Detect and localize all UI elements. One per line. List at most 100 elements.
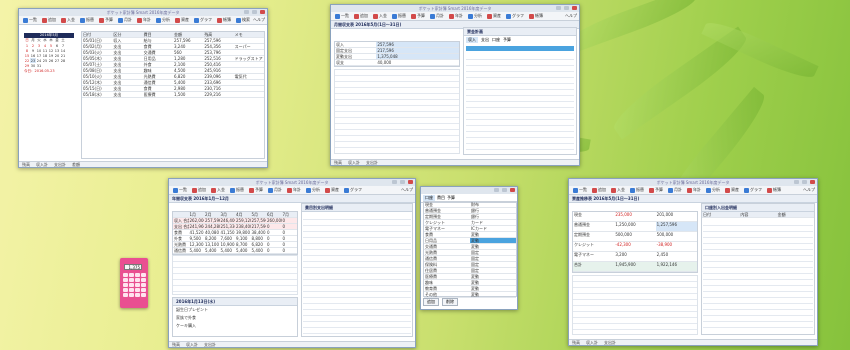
calendar-day[interactable]: 17 [36, 53, 42, 58]
column-header[interactable]: 金額 [777, 212, 814, 217]
toolbar-income-button[interactable]: 入金 [209, 187, 227, 194]
toolbar-list-button[interactable]: 一覧 [171, 187, 189, 194]
tab-account[interactable]: 口座 [492, 37, 500, 43]
toolbar-add-button[interactable]: 追加 [190, 187, 208, 194]
tab-expense[interactable]: 支出 [481, 37, 489, 43]
calendar-day[interactable]: 28 [60, 58, 66, 63]
calculator-key[interactable] [135, 278, 140, 282]
calendar-day[interactable]: 15 [24, 53, 30, 58]
toolbar-year-button[interactable]: 年計 [447, 13, 465, 20]
column-header[interactable]: 残高 [203, 32, 233, 37]
calendar-day[interactable]: 27 [54, 58, 60, 63]
calendar-day[interactable]: 10 [36, 48, 42, 53]
calendar-day[interactable]: 20 [54, 53, 60, 58]
toolbar-ledger-button[interactable]: 帳簿 [765, 187, 783, 194]
toolbar-month-button[interactable]: 月計 [666, 187, 684, 194]
toolbar-graph-button[interactable]: グラフ [342, 187, 364, 194]
add-button[interactable]: 追加 [423, 298, 439, 306]
calculator-key[interactable] [129, 288, 134, 292]
calculator-key[interactable] [123, 293, 128, 297]
toolbar-transfer-button[interactable]: 振替 [628, 187, 646, 194]
window-controls[interactable] [244, 10, 265, 14]
toolbar-graph-button[interactable]: グラフ [504, 13, 526, 20]
column-header[interactable]: 日付 [702, 212, 739, 217]
calculator-keypad[interactable] [123, 273, 146, 297]
toolbar-year-button[interactable]: 年計 [135, 17, 153, 24]
toolbar-budget-button[interactable]: 予算 [647, 187, 665, 194]
calendar-day[interactable]: 21 [60, 53, 66, 58]
toolbar-add-button[interactable]: 追加 [590, 187, 608, 194]
calculator-key[interactable] [129, 278, 134, 282]
table-row[interactable]: 普通預金 1,250,000 1,257,596 [573, 222, 697, 232]
toolbar-analysis-button[interactable]: 分析 [704, 187, 722, 194]
calculator-key[interactable] [123, 273, 128, 277]
column-header[interactable]: 金額 [173, 32, 203, 37]
column-header[interactable]: 5月 [251, 212, 267, 217]
calculator-key[interactable] [123, 283, 128, 287]
calculator-key[interactable] [129, 283, 134, 287]
table-row[interactable]: 05/18(水) 支出 医療費 1,500 229,216 [82, 92, 264, 98]
calculator-key[interactable] [123, 288, 128, 292]
window-controls[interactable] [794, 180, 815, 184]
window-controls[interactable] [556, 6, 577, 10]
tab-income[interactable]: 収入 [466, 37, 478, 43]
calculator-widget[interactable]: 1,375 [120, 258, 148, 308]
calendar-day[interactable]: 11 [42, 48, 48, 53]
tab-budget[interactable]: 予算 [503, 37, 511, 43]
column-header[interactable]: 内容 [739, 212, 776, 217]
toolbar-add-button[interactable]: 追加 [40, 17, 58, 24]
toolbar-assets-button[interactable]: 資産 [723, 187, 741, 194]
delete-button[interactable]: 削除 [442, 298, 458, 306]
help-link[interactable]: ヘルプ [803, 187, 815, 193]
help-link[interactable]: ヘルプ [253, 17, 265, 23]
help-link[interactable]: ヘルプ [401, 187, 413, 193]
calculator-key[interactable] [135, 293, 140, 297]
column-header[interactable]: 1月 [189, 212, 205, 217]
calendar-day[interactable]: 25 [42, 58, 48, 63]
column-header[interactable]: 6月 [266, 212, 282, 217]
toolbar-assets-button[interactable]: 資産 [173, 17, 191, 24]
table-row[interactable]: 収支 40,000 [335, 60, 459, 66]
toolbar-month-button[interactable]: 月計 [428, 13, 446, 20]
calculator-key[interactable] [141, 293, 146, 297]
window-controls[interactable] [392, 180, 413, 184]
calendar-day[interactable]: 30 [30, 63, 36, 68]
calculator-key[interactable] [135, 273, 140, 277]
toolbar-ledger-button[interactable]: 帳簿 [527, 13, 545, 20]
calculator-key[interactable] [123, 278, 128, 282]
calculator-key[interactable] [129, 273, 134, 277]
calendar-day[interactable]: 26 [48, 58, 54, 63]
toolbar-graph-button[interactable]: グラフ [192, 17, 214, 24]
column-header[interactable]: 区分 [112, 32, 142, 37]
toolbar-budget-button[interactable]: 予算 [97, 17, 115, 24]
calendar-day[interactable]: 24 [36, 58, 42, 63]
toolbar-income-button[interactable]: 入金 [609, 187, 627, 194]
column-header[interactable]: 費目 [143, 32, 173, 37]
calculator-key[interactable] [141, 273, 146, 277]
toolbar-income-button[interactable]: 入金 [59, 17, 77, 24]
help-link[interactable]: ヘルプ [565, 13, 577, 19]
toolbar-assets-button[interactable]: 資産 [485, 13, 503, 20]
toolbar-search-button[interactable]: 検索 [234, 17, 252, 24]
table-row[interactable]: 通信費 5,400 5,400 5,400 5,400 5,400 0 0 [173, 248, 297, 254]
calculator-key[interactable] [141, 278, 146, 282]
calendar-day[interactable]: 16 [30, 53, 36, 58]
toolbar-budget-button[interactable]: 予算 [409, 13, 427, 20]
calculator-key[interactable] [141, 283, 146, 287]
table-row[interactable]: 電子マネー 3,200 2,450 [573, 252, 697, 262]
toolbar-month-button[interactable]: 月計 [266, 187, 284, 194]
table-row[interactable]: 定期預金 500,000 500,000 [573, 232, 697, 242]
calendar-day[interactable]: 13 [54, 48, 60, 53]
toolbar-transfer-button[interactable]: 振替 [228, 187, 246, 194]
toolbar-list-button[interactable]: 一覧 [21, 17, 39, 24]
column-header[interactable]: 7月 [282, 212, 298, 217]
column-header[interactable]: 4月 [235, 212, 251, 217]
toolbar-analysis-button[interactable]: 分析 [304, 187, 322, 194]
toolbar-assets-button[interactable]: 資産 [323, 187, 341, 194]
calculator-key[interactable] [141, 288, 146, 292]
calendar-day[interactable]: 14 [60, 48, 66, 53]
window-controls[interactable] [494, 188, 515, 192]
table-row[interactable]: クレジット -42,300 -38,900 [573, 242, 697, 252]
column-header[interactable]: メモ [234, 32, 264, 37]
calendar-day[interactable]: 12 [48, 48, 54, 53]
